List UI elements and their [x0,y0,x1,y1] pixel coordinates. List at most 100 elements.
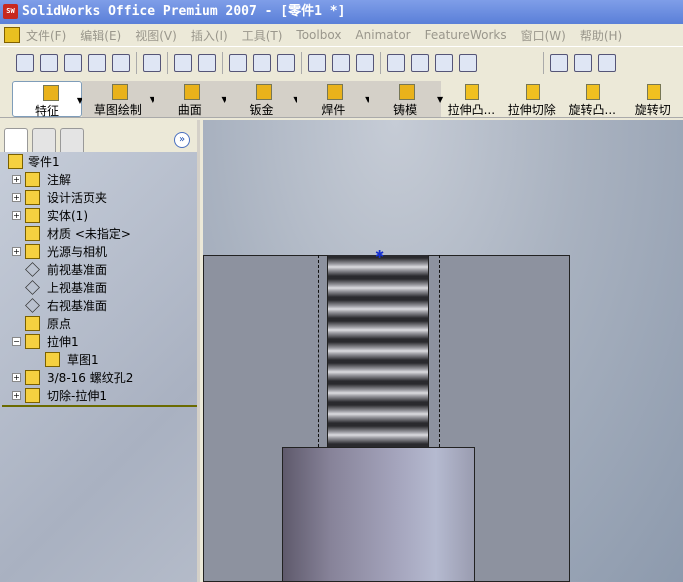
extruded-cut-button[interactable]: 拉伸切除 [502,81,562,117]
tree-item[interactable]: 材质 <未指定> [0,225,131,243]
tree-item[interactable]: +3/8-16 螺纹孔2 [0,369,133,387]
origin-icon [25,316,40,331]
previous-view-icon[interactable] [550,53,568,72]
revolve-cut-icon [646,84,661,100]
tab-weldments[interactable]: 焊件 ▼ [297,81,371,117]
menu-file[interactable]: 文件(F) [26,27,66,44]
revolved-cut-button[interactable]: 旋转切 [623,81,683,117]
menu-animator[interactable]: Animator [355,28,410,42]
select-filter-icon[interactable] [253,53,271,72]
menu-toolbox[interactable]: Toolbox [296,28,341,42]
equations-icon[interactable] [332,53,350,72]
menu-insert[interactable]: 插入(I) [191,27,228,44]
extruded-boss-button[interactable]: 拉伸凸... [441,81,501,117]
tree-item-label: 切除-拉伸1 [47,389,107,403]
tab-surfaces[interactable]: 曲面 ▼ [153,81,228,117]
tree-root[interactable]: 零件1 [8,153,60,171]
top-plane-icon [25,280,40,295]
expand-icon[interactable]: + [12,175,21,184]
help-icon[interactable] [459,53,477,72]
tab-sheet-metal[interactable]: 钣金 ▼ [225,81,299,117]
feature-manager-panel: » 零件1 + 注解 + 设计活页夹 + 实体(1) 材质 <未指定> + 光源与相机 前视基准面… [0,120,200,582]
right-plane-icon [25,298,40,313]
tree-item[interactable]: + 实体(1) [0,207,88,225]
front-plane-icon [25,262,40,277]
expand-icon[interactable]: + [12,373,21,382]
expand-panel-icon[interactable]: » [174,132,190,148]
tree-item[interactable]: + 注解 [0,171,71,189]
window-icon[interactable] [411,53,429,72]
appearance-icon[interactable] [356,53,374,72]
standard-toolbar [0,46,683,78]
tab-molds[interactable]: 铸模 ▼ [369,81,443,117]
tree-item-label: 注解 [47,173,72,187]
make-drawing-icon[interactable] [88,53,106,72]
solid-bodies-icon [25,208,40,223]
menu-tools[interactable]: 工具(T) [242,27,283,44]
tree-item[interactable]: 上视基准面 [0,279,107,297]
rollback-bar[interactable] [2,405,197,407]
tab-features[interactable]: 特征 ▼ [12,81,83,118]
tree-item[interactable]: 原点 [0,315,71,333]
tree-item-label: 拉伸1 [47,335,79,349]
tab-sketch[interactable]: 草图绘制 ▼ [82,81,156,117]
print-icon[interactable] [143,53,161,72]
tree-item-label: 设计活页夹 [47,191,108,205]
tree-item[interactable]: 右视基准面 [0,297,107,315]
features-icon [43,85,59,101]
part-icon [8,154,23,169]
zoom-area-icon[interactable] [598,53,616,72]
cut-extrude-cylinder [282,447,475,582]
save-icon[interactable] [64,53,82,72]
tree-item-label: 实体(1) [47,209,88,223]
tree-item-label: 材质 <未指定> [47,227,131,241]
revolved-boss-button[interactable]: 旋转凸... [562,81,622,117]
collapse-icon[interactable]: − [12,337,21,346]
open-icon[interactable] [40,53,58,72]
undo-icon[interactable] [174,53,192,72]
rebuild-icon[interactable] [277,53,295,72]
tree-item[interactable]: + 设计活页夹 [0,189,107,207]
origin-icon: ✱ [375,248,385,261]
expand-icon[interactable]: + [12,193,21,202]
redo-icon[interactable] [198,53,216,72]
configuration-manager-tab-icon[interactable] [60,128,84,152]
tree-item[interactable]: + 切除-拉伸1 [0,387,107,405]
thread-outline-right [439,255,440,447]
cut-extrude-icon [25,388,40,403]
weldments-icon [327,84,344,100]
tree-item[interactable]: 前视基准面 [0,261,107,279]
graphics-area[interactable]: ✱ [203,120,683,582]
sheet-metal-icon [255,84,272,100]
expand-icon[interactable]: + [12,211,21,220]
menu-view[interactable]: 视图(V) [135,27,177,44]
tree-item[interactable]: 草图1 [0,351,99,369]
tree-item[interactable]: − 拉伸1 [0,333,79,351]
revolve-boss-icon [586,84,601,100]
lights-cameras-icon [25,244,40,259]
zoom-to-fit-icon[interactable] [574,53,592,72]
expand-icon[interactable]: + [12,391,21,400]
solidworks-logo-icon: SW [3,4,18,19]
sketch-icon [112,84,129,100]
extrude-cut-icon [525,84,540,100]
solidworks-resources-icon[interactable] [387,53,405,72]
new-icon[interactable] [16,53,34,72]
options-icon[interactable] [435,53,453,72]
app-menu-icon[interactable] [4,27,20,43]
surfaces-icon [183,84,200,100]
menu-edit[interactable]: 编辑(E) [80,27,121,44]
select-icon[interactable] [229,53,247,72]
expand-icon[interactable]: + [12,247,21,256]
molds-icon [399,84,416,100]
menu-help[interactable]: 帮助(H) [580,27,622,44]
menu-featureworks[interactable]: FeatureWorks [425,28,507,42]
menu-window[interactable]: 窗口(W) [521,27,566,44]
window-title: SolidWorks Office Premium 2007 - [零件1 *] [22,4,346,19]
make-assembly-icon[interactable] [112,53,130,72]
tree-item-label: 3/8-16 螺纹孔2 [47,371,134,385]
feature-manager-tab-icon[interactable] [4,128,28,152]
property-manager-tab-icon[interactable] [32,128,56,152]
edit-color-icon[interactable] [308,53,326,72]
tree-item[interactable]: + 光源与相机 [0,243,107,261]
